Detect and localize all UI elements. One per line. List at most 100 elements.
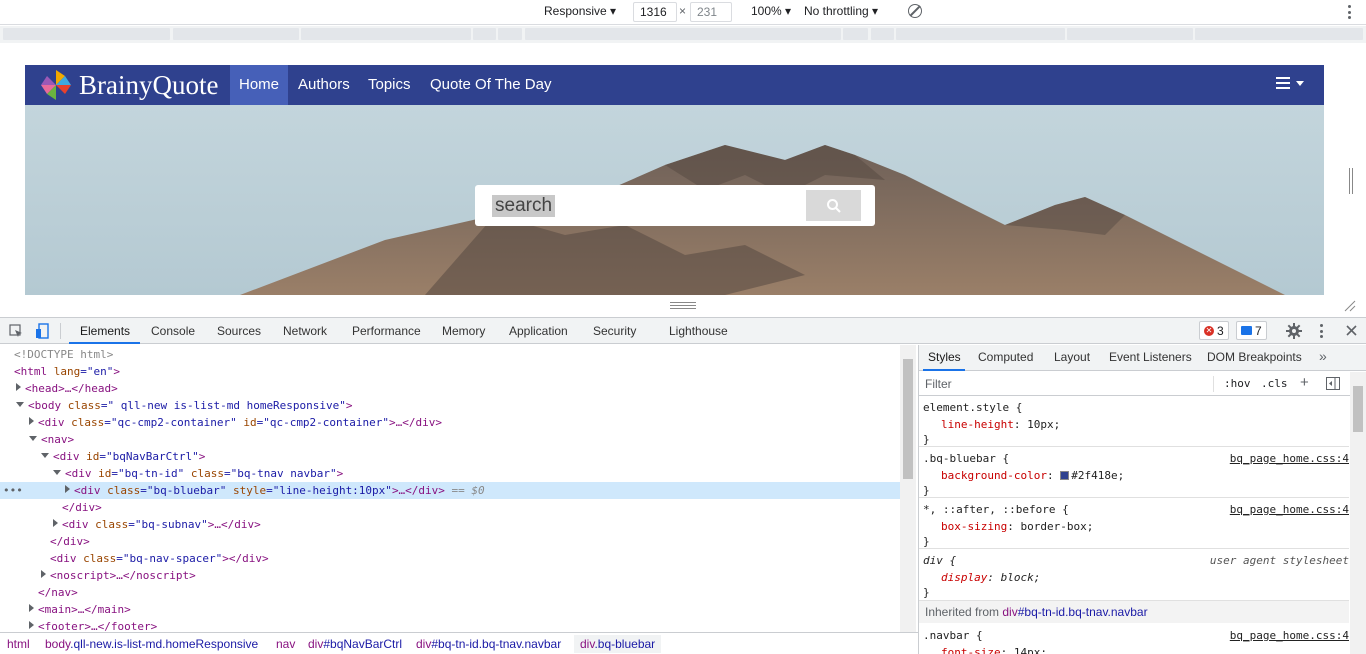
inherited-selector[interactable]: #bq-tn-id.bq-tnav.navbar xyxy=(1018,605,1148,619)
dom-line[interactable]: <!DOCTYPE html> xyxy=(14,346,113,363)
devtools-menu-icon[interactable] xyxy=(1320,324,1324,338)
zoom-select[interactable]: 100% ▾ xyxy=(751,4,791,18)
new-rule-icon[interactable]: + xyxy=(1300,374,1309,391)
expand-arrow-icon[interactable] xyxy=(29,417,34,425)
hover-state-toggle[interactable]: :hov xyxy=(1224,377,1251,390)
messages-badge[interactable]: 7 xyxy=(1236,321,1267,340)
style-rule-navbar[interactable]: .navbar { bq_page_home.css:4 font-size: … xyxy=(919,625,1349,654)
class-toggle[interactable]: .cls xyxy=(1261,377,1288,390)
crumb-body[interactable]: body.qll-new.is-list-md.homeResponsive xyxy=(45,637,258,651)
dom-line[interactable]: <div id="bq-tn-id" class="bq-tnav navbar… xyxy=(53,465,343,482)
style-rule-div[interactable]: div { user agent stylesheet display: blo… xyxy=(919,550,1349,601)
tab-sources[interactable]: Sources xyxy=(217,324,261,338)
dom-line[interactable]: <footer>…</footer> xyxy=(29,618,157,632)
dom-line[interactable]: <div class="qc-cmp2-container" id="qc-cm… xyxy=(29,414,442,431)
dom-line[interactable]: <div id="bqNavBarCtrl"> xyxy=(41,448,205,465)
dom-line[interactable]: <main>…</main> xyxy=(29,601,131,618)
gear-icon[interactable] xyxy=(1286,323,1302,339)
inspect-element-icon[interactable] xyxy=(9,324,23,338)
tab-elements[interactable]: Elements xyxy=(80,324,130,338)
tab-dom-breakpoints[interactable]: DOM Breakpoints xyxy=(1207,350,1302,364)
style-rule-bluebar[interactable]: .bq-bluebar { bq_page_home.css:4 backgro… xyxy=(919,448,1349,498)
color-swatch[interactable] xyxy=(1060,471,1070,480)
media-query-bar[interactable] xyxy=(0,26,1366,43)
expand-arrow-icon[interactable] xyxy=(65,485,70,493)
throttle-select[interactable]: No throttling ▾ xyxy=(804,4,878,18)
style-rule-universal[interactable]: *, ::after, ::before { bq_page_home.css:… xyxy=(919,499,1349,549)
crumb-html[interactable]: html xyxy=(7,637,30,651)
css-property-value[interactable]: #2f418e; xyxy=(1071,469,1124,482)
errors-badge[interactable]: ✕ 3 xyxy=(1199,321,1229,340)
dom-line[interactable]: <body class=" qll-new is-list-md homeRes… xyxy=(16,397,353,414)
tab-lighthouse[interactable]: Lighthouse xyxy=(669,324,728,338)
dom-line[interactable]: <nav> xyxy=(29,431,74,448)
tab-security[interactable]: Security xyxy=(593,324,636,338)
emulation-scroll-handle[interactable] xyxy=(1349,168,1353,194)
dom-line[interactable]: <div class="bq-subnav">…</div> xyxy=(53,516,261,533)
css-property-name[interactable]: font-size xyxy=(941,646,1001,654)
dom-line[interactable]: <div class="bq-nav-spacer"></div> xyxy=(50,550,269,567)
dom-line[interactable]: </div> xyxy=(50,533,90,550)
rule-source-link[interactable]: bq_page_home.css:4 xyxy=(1230,629,1349,642)
collapse-arrow-icon[interactable] xyxy=(41,453,49,458)
search-input[interactable]: search xyxy=(492,195,556,217)
styles-filter-input[interactable]: Filter xyxy=(925,377,952,391)
tab-application[interactable]: Application xyxy=(509,324,568,338)
rule-selector[interactable]: .bq-bluebar { xyxy=(923,452,1009,465)
dom-line[interactable]: </nav> xyxy=(38,584,78,601)
height-input[interactable]: 231 xyxy=(690,2,732,22)
rule-selector[interactable]: .navbar { xyxy=(923,629,983,642)
css-property-value[interactable]: border-box; xyxy=(1020,520,1093,533)
styles-scrollbar[interactable] xyxy=(1350,372,1366,654)
rotate-icon[interactable] xyxy=(908,4,922,18)
crumb-navbarctrl[interactable]: div#bqNavBarCtrl xyxy=(308,637,402,651)
tab-event-listeners[interactable]: Event Listeners xyxy=(1109,350,1192,364)
more-options-icon[interactable] xyxy=(1348,5,1352,19)
dom-line[interactable]: </div> xyxy=(62,499,102,516)
tab-styles[interactable]: Styles xyxy=(928,350,961,364)
css-property-value[interactable]: 10px; xyxy=(1027,418,1060,431)
width-input[interactable]: 1316 xyxy=(633,2,677,22)
dom-line[interactable]: <noscript>…</noscript> xyxy=(41,567,196,584)
expand-arrow-icon[interactable] xyxy=(16,383,21,391)
css-property-name[interactable]: box-sizing xyxy=(941,520,1007,533)
menu-toggle[interactable] xyxy=(1276,77,1304,89)
crumb-tnav[interactable]: div#bq-tn-id.bq-tnav.navbar xyxy=(416,637,561,651)
device-toggle-icon[interactable] xyxy=(35,323,49,339)
elements-scrollbar[interactable] xyxy=(900,345,916,632)
nav-home[interactable]: Home xyxy=(230,65,289,105)
tab-layout[interactable]: Layout xyxy=(1054,350,1090,364)
resize-corner-icon[interactable] xyxy=(1344,300,1356,312)
crumb-bluebar[interactable]: div.bq-bluebar xyxy=(574,635,662,653)
rule-source-link[interactable]: bq_page_home.css:4 xyxy=(1230,503,1349,516)
rule-source-link[interactable]: bq_page_home.css:4 xyxy=(1230,452,1349,465)
toggle-sidebar-icon[interactable] xyxy=(1326,377,1340,390)
scroll-thumb[interactable] xyxy=(903,359,913,479)
expand-arrow-icon[interactable] xyxy=(41,570,46,578)
scroll-thumb[interactable] xyxy=(1353,386,1363,432)
dom-line[interactable]: <head>…</head> xyxy=(16,380,118,397)
style-rule-element[interactable]: element.style { line-height: 10px; } xyxy=(919,397,1349,447)
crumb-nav[interactable]: nav xyxy=(276,637,295,651)
inherited-tag[interactable]: div xyxy=(1002,605,1017,619)
selected-node-dots[interactable]: ••• xyxy=(3,482,23,499)
more-tabs-icon[interactable]: » xyxy=(1319,348,1327,364)
expand-arrow-icon[interactable] xyxy=(53,519,58,527)
collapse-arrow-icon[interactable] xyxy=(29,436,37,441)
dom-line-selected[interactable]: <div class="bq-bluebar" style="line-heig… xyxy=(65,482,485,499)
css-property-name[interactable]: line-height xyxy=(941,418,1014,431)
site-logo[interactable]: BrainyQuote xyxy=(39,70,218,100)
tab-network[interactable]: Network xyxy=(283,324,327,338)
css-property-value[interactable]: 14px; xyxy=(1014,646,1047,654)
collapse-arrow-icon[interactable] xyxy=(16,402,24,407)
collapse-arrow-icon[interactable] xyxy=(53,470,61,475)
close-icon[interactable] xyxy=(1346,325,1357,336)
nav-topics[interactable]: Topics xyxy=(359,65,420,105)
tab-memory[interactable]: Memory xyxy=(442,324,485,338)
nav-quote-of-the-day[interactable]: Quote Of The Day xyxy=(421,65,560,105)
search-button[interactable] xyxy=(806,190,861,221)
tab-console[interactable]: Console xyxy=(151,324,195,338)
devtools-resize-grip[interactable] xyxy=(670,302,696,309)
nav-authors[interactable]: Authors xyxy=(289,65,359,105)
device-mode-select[interactable]: Responsive ▾ xyxy=(544,4,616,18)
